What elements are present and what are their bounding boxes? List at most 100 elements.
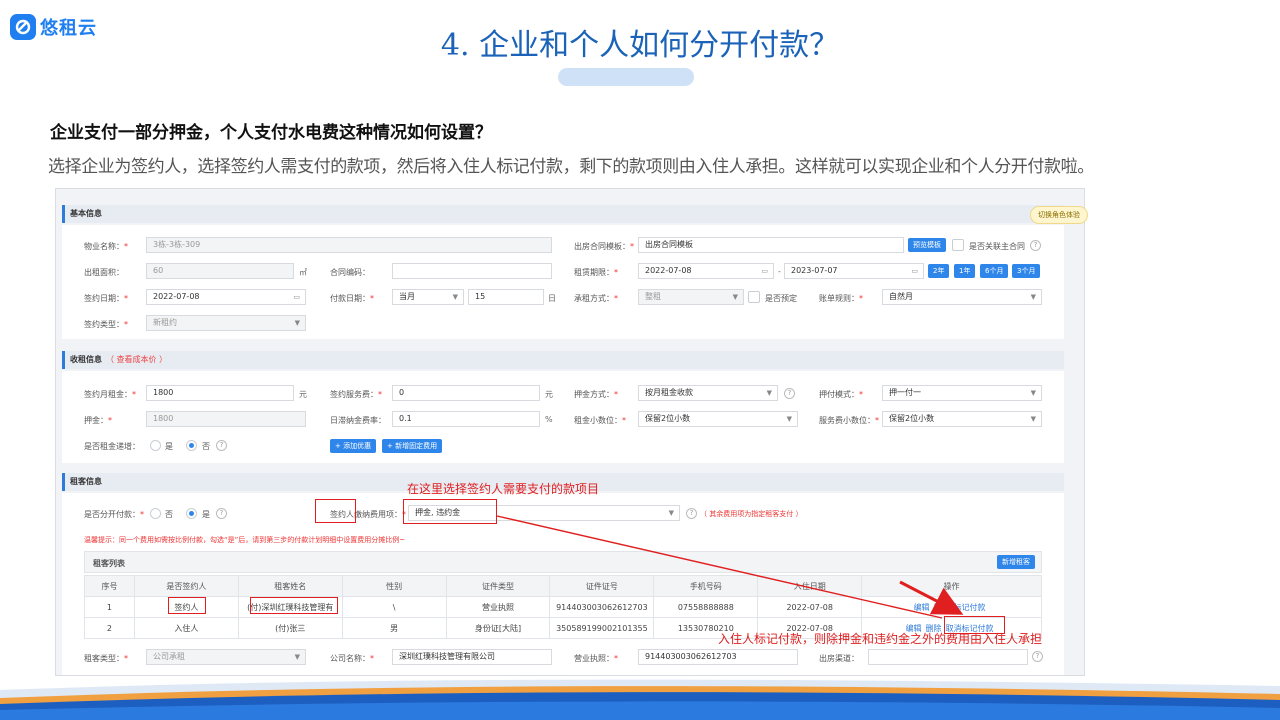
fee-decimal-label: 服务费小数位：* <box>819 416 879 425</box>
delete-link[interactable]: 删除 <box>934 603 950 612</box>
annotation-bottom: 入住人标记付款，则除押金和违约金之外的费用由入住人承担 <box>718 632 1043 646</box>
help-icon[interactable]: ? <box>686 508 697 519</box>
help-icon[interactable]: ? <box>216 440 227 451</box>
rent-increase-no-label: 否 <box>202 442 210 451</box>
area-label: 出租面积： <box>84 268 124 277</box>
col-header: 租客姓名 <box>237 575 343 597</box>
bottom-wave-decoration <box>0 679 1280 720</box>
add-tenant-button[interactable]: 新增租客 <box>997 555 1035 569</box>
fee-decimal-select[interactable]: 保留2位小数 ▼ <box>882 411 1042 427</box>
monthly-rent-unit: 元 <box>299 390 307 399</box>
tenant-type-label: 租客类型：* <box>84 654 128 663</box>
chevron-down-icon: ▼ <box>294 319 300 327</box>
edit-link[interactable]: 编辑 <box>914 603 930 612</box>
rent-decimal-select[interactable]: 保留2位小数 ▼ <box>638 411 798 427</box>
switch-role-tip[interactable]: 切换角色体验 <box>1030 206 1088 224</box>
rent-info-panel: 签约月租金：* 1800 元 押金：* 1800 是否租金递增： 是 否 ? 签… <box>62 371 1064 463</box>
service-fee-label: 签约服务费：* <box>330 390 382 399</box>
cell-no: 2 <box>84 617 135 639</box>
pay-day-unit: 日 <box>548 294 556 303</box>
area-field: 60 <box>146 263 294 279</box>
link-master-checkbox[interactable] <box>952 239 964 251</box>
lease-quick-3m[interactable]: 3个月 <box>1012 264 1041 278</box>
reserve-checkbox[interactable] <box>748 291 760 303</box>
chevron-down-icon: ▼ <box>668 509 674 517</box>
template-field[interactable]: 出房合同模板 <box>638 237 904 253</box>
split-payment-yes-radio[interactable] <box>186 508 197 519</box>
cell-phone: 07558888888 <box>653 596 759 618</box>
split-payment-no-radio[interactable] <box>150 508 161 519</box>
annotation-top: 在这里选择签约人需要支付的款项目 <box>407 482 600 496</box>
col-header: 手机号码 <box>653 575 759 597</box>
add-discount-button[interactable]: + 添加优惠 <box>330 439 377 453</box>
cell-signer: 入住人 <box>133 617 239 639</box>
service-fee-input[interactable]: 0 <box>392 385 540 401</box>
help-icon[interactable]: ? <box>216 508 227 519</box>
deposit-label: 押金：* <box>84 416 112 425</box>
property-field: 3栋-3栋-309 <box>146 237 552 253</box>
chevron-down-icon: ▼ <box>766 389 772 397</box>
question-text: 企业支付一部分押金，个人支付水电费这种情况如何设置？ <box>50 123 492 143</box>
help-icon[interactable]: ? <box>1032 651 1043 662</box>
pay-day-label: 付款日期：* <box>330 294 374 303</box>
late-fee-label: 日滞纳金费率： <box>330 416 386 425</box>
col-header: 证件证号 <box>549 575 655 597</box>
cell-no: 1 <box>84 596 135 618</box>
lease-start-input[interactable]: 2022-07-08 ▭ <box>638 263 774 279</box>
help-icon[interactable]: ? <box>1030 240 1041 251</box>
monthly-rent-input[interactable]: 1800 <box>146 385 294 401</box>
late-fee-input[interactable]: 0.1 <box>392 411 540 427</box>
preview-template-button[interactable]: 预览模板 <box>908 238 946 252</box>
help-icon[interactable]: ? <box>784 388 795 399</box>
col-header: 性别 <box>341 575 447 597</box>
tenant-type-select: 公司承租 ▼ <box>146 649 306 665</box>
lease-quick-2y[interactable]: 2年 <box>928 264 950 278</box>
tenant-list-title: 租客列表 <box>93 559 125 568</box>
property-label: 物业名称：* <box>84 242 128 251</box>
mark-payment-link[interactable]: 标记付款 <box>954 603 986 612</box>
basic-info-panel: 物业名称：* 3栋-3栋-309 出租面积： 60 ㎡ 合同编码： 签约日期：*… <box>62 225 1064 339</box>
chevron-down-icon: ▼ <box>294 653 300 661</box>
cell-id-type: 营业执照 <box>445 596 551 618</box>
channel-input[interactable] <box>868 649 1028 665</box>
sign-type-select: 新租约 ▼ <box>146 315 306 331</box>
deposit-mode-select[interactable]: 按月租金收款 ▼ <box>638 385 778 401</box>
link-master-label: 是否关联主合同 <box>969 242 1025 251</box>
lease-quick-1y[interactable]: 1年 <box>954 264 976 278</box>
calendar-icon: ▭ <box>911 267 918 275</box>
lease-quick-6m[interactable]: 6个月 <box>980 264 1009 278</box>
chevron-down-icon: ▼ <box>1030 293 1036 301</box>
deposit-mode-label: 押金方式：* <box>574 390 618 399</box>
signer-fee-note: （ 其余费用项为指定租客支付 ） <box>700 510 803 518</box>
table-row: 1 签约人 (付)深圳红璞科技管理有 \ 营业执照 91440300306261… <box>84 596 1042 618</box>
rent-mode-label: 承租方式：* <box>574 294 618 303</box>
warm-tip: 温馨提示：同一个费用如需按比例付款，勾选“是”后，请到第三步的付款计划明细中设置… <box>84 536 406 544</box>
company-input[interactable]: 深圳红璞科技管理有限公司 <box>392 649 552 665</box>
pay-day-mode-select[interactable]: 当月 ▼ <box>392 289 464 305</box>
contract-no-label: 合同编码： <box>330 268 370 277</box>
pay-mode-label: 押付模式：* <box>819 390 863 399</box>
rent-increase-label: 是否租金递增： <box>84 442 140 451</box>
answer-text: 选择企业为签约人，选择签约人需支付的款项，然后将入住人标记付款，剩下的款项则由入… <box>48 157 1094 177</box>
calendar-icon: ▭ <box>293 293 300 301</box>
bill-rule-select[interactable]: 自然月 ▼ <box>882 289 1042 305</box>
cell-gender: \ <box>341 596 447 618</box>
contract-no-input[interactable] <box>392 263 552 279</box>
rent-increase-no-radio[interactable] <box>186 440 197 451</box>
col-header: 是否签约人 <box>133 575 239 597</box>
sign-date-input[interactable]: 2022-07-08 ▭ <box>146 289 306 305</box>
cell-gender: 男 <box>341 617 447 639</box>
split-payment-yes-label: 是 <box>202 510 210 519</box>
lease-end-input[interactable]: 2023-07-07 ▭ <box>784 263 924 279</box>
add-fixed-fee-button[interactable]: + 新增固定费用 <box>382 439 443 453</box>
calendar-icon: ▭ <box>761 267 768 275</box>
pay-mode-select[interactable]: 押一付一 ▼ <box>882 385 1042 401</box>
license-input[interactable]: 914403003062612703 <box>638 649 798 665</box>
col-header: 操作 <box>861 575 1042 597</box>
tenant-list-header: 租客列表 新增租客 <box>84 551 1042 573</box>
cell-id-no: 350589199002101355 <box>549 617 655 639</box>
sign-type-label: 签约类型：* <box>84 320 128 329</box>
rent-increase-yes-radio[interactable] <box>150 440 161 451</box>
channel-label: 出房渠道： <box>819 654 859 663</box>
pay-day-input[interactable]: 15 <box>468 289 544 305</box>
